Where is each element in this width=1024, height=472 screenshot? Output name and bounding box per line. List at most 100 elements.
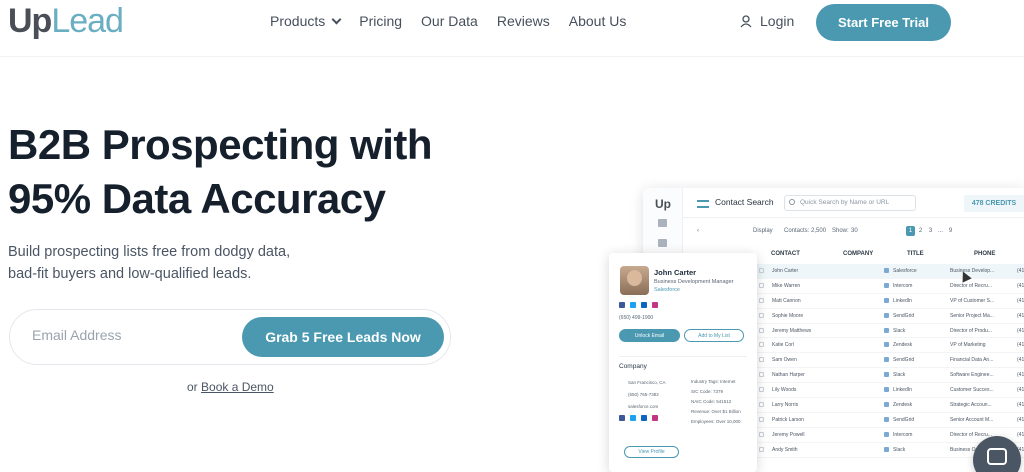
contact-name[interactable]: Matt Cannon (772, 298, 801, 304)
display-toggle[interactable]: Display (753, 228, 773, 234)
book-demo-line: or Book a Demo (187, 380, 274, 394)
profile-company[interactable]: Salesforce (654, 287, 680, 293)
contact-name[interactable]: Sophie Moore (772, 313, 803, 319)
show-select[interactable]: 30 (851, 228, 858, 234)
app-logo: Up (655, 197, 671, 211)
uplead-logo[interactable]: UpLead (8, 2, 124, 41)
company-location: San Francisco, CA (628, 380, 666, 385)
row-checkbox[interactable] (759, 282, 764, 288)
company-name: Intercom (893, 282, 913, 289)
quick-search-input[interactable]: Quick Search by Name or URL (784, 195, 916, 211)
table-row[interactable]: Jeremy Matthews Slack Director of Produ...… (743, 324, 1024, 339)
contact-name[interactable]: Jeremy Matthews (772, 328, 811, 334)
unlock-email-button[interactable]: Unlock Email (619, 329, 680, 342)
linkedin-icon[interactable] (641, 302, 647, 308)
show-label: Show: (832, 228, 849, 234)
contact-name[interactable]: Katie Corl (772, 342, 794, 348)
nav-our-data[interactable]: Our Data (421, 13, 478, 29)
facebook-icon[interactable] (619, 415, 625, 421)
book-demo-link[interactable]: Book a Demo (201, 380, 274, 394)
col-contact[interactable]: CONTACT (771, 251, 800, 257)
nav-reviews[interactable]: Reviews (497, 13, 550, 29)
table-row[interactable]: Patrick Larson SendGrid Senior Account M..… (743, 413, 1024, 428)
email-input[interactable] (32, 327, 232, 343)
linkedin-icon[interactable] (641, 415, 647, 421)
col-title[interactable]: TITLE (907, 251, 924, 257)
company-phone: (650) 765-7382 (628, 392, 659, 397)
contact-name[interactable]: Lily Woods (772, 387, 796, 393)
page-9[interactable]: 9 (946, 226, 955, 236)
contact-phone: (415) 356-4592 (1017, 268, 1024, 274)
row-checkbox[interactable] (759, 342, 764, 348)
nav-pricing[interactable]: Pricing (359, 13, 402, 29)
page-2[interactable]: 2 (916, 226, 925, 236)
contact-name[interactable]: Sam Owen (772, 357, 797, 363)
contact-name[interactable]: Andy Smith (772, 447, 798, 453)
add-to-list-button[interactable]: Add to My List (684, 329, 744, 342)
grab-free-leads-button[interactable]: Grab 5 Free Leads Now (242, 317, 444, 357)
row-checkbox[interactable] (759, 431, 764, 437)
login-label: Login (760, 13, 795, 29)
contact-name[interactable]: Mike Warren (772, 283, 800, 289)
nav-about-us[interactable]: About Us (569, 13, 627, 29)
table-row[interactable]: Matt Cannon LinkedIn VP of Customer S... (4… (743, 294, 1024, 309)
company-site[interactable]: salesforce.com (628, 404, 658, 409)
page-1[interactable]: 1 (906, 226, 915, 236)
instagram-icon[interactable] (652, 415, 658, 421)
row-checkbox[interactable] (759, 416, 764, 422)
company-logo-icon (884, 416, 889, 422)
company-revenue: Revenue: Over $1 Billion (691, 409, 741, 414)
contact-title: Senior Account M... (950, 416, 994, 423)
row-checkbox[interactable] (759, 402, 764, 408)
col-company[interactable]: COMPANY (843, 251, 873, 257)
row-checkbox[interactable] (759, 387, 764, 393)
row-checkbox[interactable] (759, 372, 764, 378)
lead-form: Grab 5 Free Leads Now (9, 309, 451, 365)
twitter-icon[interactable] (630, 302, 636, 308)
contact-name[interactable]: Nathan Harper (772, 372, 805, 378)
company-logo-icon (884, 431, 889, 437)
table-row[interactable]: Sophie Moore SendGrid Senior Project Ma...… (743, 309, 1024, 324)
row-checkbox[interactable] (759, 312, 764, 318)
contact-name[interactable]: Jeremy Powell (772, 432, 805, 438)
company-name: SendGrid (893, 357, 915, 364)
company-logo-icon (884, 372, 889, 378)
view-profile-button[interactable]: View Profile (624, 446, 679, 458)
company-logo-icon (884, 312, 889, 318)
facebook-icon[interactable] (619, 302, 625, 308)
company-logo-icon (884, 342, 889, 348)
login-link[interactable]: Login (740, 13, 794, 29)
table-row[interactable]: Mike Warren Intercom Director of Recru... (… (743, 279, 1024, 294)
col-phone[interactable]: PHONE (974, 251, 995, 257)
contact-phone: (415) 758-2154 (1017, 327, 1024, 334)
row-checkbox[interactable] (759, 446, 764, 452)
contact-title: Software Enginee... (950, 372, 994, 379)
table-row[interactable]: John Carter Salesforce Business Develop...… (743, 264, 1024, 279)
contact-phone: (415) 154-2549 (1017, 312, 1024, 319)
nav-products[interactable]: Products (270, 13, 342, 29)
profile-title: Business Development Manager (654, 279, 734, 285)
contact-name[interactable]: John Carter (772, 268, 798, 274)
instagram-icon[interactable] (652, 302, 658, 308)
row-checkbox[interactable] (759, 297, 764, 303)
table-row[interactable]: Katie Corl Zendesk VP of Marketing (415) 86… (743, 338, 1024, 354)
table-row[interactable]: Sam Owen SendGrid Financial Data An... (415… (743, 353, 1024, 369)
contact-phone: (415) 864-5888 (1017, 342, 1024, 349)
app-header-title: Contact Search (715, 197, 774, 207)
row-checkbox[interactable] (759, 357, 764, 363)
profile-phone: (650) 499-1900 (619, 315, 654, 321)
row-checkbox[interactable] (759, 327, 764, 333)
twitter-icon[interactable] (630, 415, 636, 421)
table-row[interactable]: Larry Norris Zendesk Strategic Accoun... (4… (743, 398, 1024, 413)
collapse-icon[interactable]: ‹ (697, 228, 699, 234)
contact-title: Business Develop... (950, 268, 995, 274)
contact-name[interactable]: Larry Norris (772, 402, 798, 408)
table-row[interactable]: Nathan Harper Slack Software Enginee... (41… (743, 368, 1024, 384)
contact-name[interactable]: Patrick Larson (772, 417, 804, 423)
table-row[interactable]: Lily Woods LinkedIn Customer Succes... (415… (743, 383, 1024, 399)
page-3[interactable]: 3 (926, 226, 935, 236)
menu-icon[interactable] (697, 200, 709, 208)
row-checkbox[interactable] (759, 268, 764, 273)
start-free-trial-button[interactable]: Start Free Trial (816, 4, 951, 41)
user-icon (740, 14, 752, 27)
